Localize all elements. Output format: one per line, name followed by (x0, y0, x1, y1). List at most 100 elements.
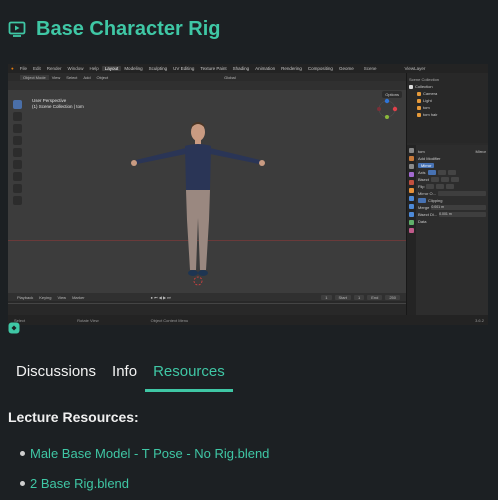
playback-controls-icon: ● ⏮ ◀ ▶ ⏭ (150, 294, 171, 300)
menu-render: Render (46, 66, 62, 71)
header-menu-object: Object (96, 74, 109, 80)
viewport-header: Object Mode View Select Add Object Globa… (8, 73, 406, 81)
prop-object-name: tom (418, 149, 425, 154)
resource-link[interactable]: Male Base Model - T Pose - No Rig.blend (30, 446, 269, 461)
workspace-modeling: Modeling (124, 66, 143, 71)
world-tab-icon (409, 180, 414, 185)
tab-discussions[interactable]: Discussions (8, 352, 104, 392)
workspace-layout: Layout (101, 66, 122, 71)
viewport-collection: (1) Scene Collection | tom (32, 104, 84, 109)
list-item: Male Base Model - T Pose - No Rig.blend (19, 438, 269, 468)
tab-info[interactable]: Info (104, 352, 145, 392)
lecture-video[interactable]: ● File Edit Render Window Help Layout Mo… (8, 64, 488, 325)
timeline-ruler (8, 303, 406, 309)
data-tab-icon (409, 220, 414, 225)
material-tab-icon (409, 228, 414, 233)
workspace-rendering: Rendering (281, 66, 302, 71)
outliner-item: tom (409, 104, 486, 111)
workspace-compositing: Compositing (307, 66, 333, 71)
add-modifier-button: Add Modifier (418, 156, 441, 161)
video-link-icon[interactable] (8, 322, 20, 334)
scene-label: Scene (363, 66, 377, 71)
physics-tab-icon (409, 212, 414, 217)
move-tool-icon (13, 124, 22, 133)
blender-topbar: ● File Edit Render Window Help Layout Mo… (8, 64, 488, 73)
viewport-info: User Perspective (1) Scene Collection | … (32, 98, 84, 110)
outliner-header: Scene Collection (409, 77, 440, 82)
annotate-tool-icon (13, 172, 22, 181)
transform-tool-icon (13, 160, 22, 169)
outliner-item: Light (409, 97, 486, 104)
bisect-label: Bisect (418, 177, 429, 182)
scene-tab-icon (409, 172, 414, 177)
page-title: Base Character Rig (36, 17, 221, 40)
select-tool-icon (13, 100, 22, 109)
timeline-panel: Playback Keying View Marker ● ⏮ ◀ ▶ ⏭ 1 … (8, 293, 406, 315)
clipping-label: Clipping (428, 198, 443, 203)
modifier-tab-icon (409, 196, 414, 201)
flip-label: Flip (418, 184, 425, 189)
timeline-menu-view: View (57, 294, 67, 300)
prop-modifier-name: Mirror (475, 149, 486, 154)
blender-logo-icon: ● (11, 66, 14, 71)
version-label: 3.6.2 (475, 317, 484, 323)
end-label: End (367, 294, 383, 300)
resources-title: Lecture Resources: (8, 409, 139, 425)
resource-link[interactable]: 2 Base Rig.blend (30, 476, 129, 491)
scale-tool-icon (13, 148, 22, 157)
output-tab-icon (409, 164, 414, 169)
outliner-item: tom hair (409, 111, 486, 118)
rotate-tool-icon (13, 136, 22, 145)
mirror-object-label: Mirror O... (418, 191, 436, 196)
tool-shelf (13, 100, 25, 205)
mode-selector: Object Mode (20, 74, 49, 80)
end-frame: 250 (385, 294, 400, 300)
lecture-tabs: Discussions Info Resources (8, 352, 233, 392)
start-frame: 1 (353, 294, 365, 300)
play-video-icon (8, 21, 26, 37)
bisect-distance-value: 0.001 m (439, 212, 486, 217)
view-layer-label: ViewLayer (404, 66, 426, 71)
menu-edit: Edit (32, 66, 41, 71)
workspace-shading: Shading (232, 66, 250, 71)
merge-value: 0.001 m (431, 205, 486, 210)
render-tab-icon (409, 156, 414, 161)
menu-file: File (19, 66, 27, 71)
resources-list: Male Base Model - T Pose - No Rig.blend … (19, 438, 269, 498)
workspace-geometry: Geome (338, 66, 354, 71)
navigation-gizmo-icon (377, 98, 398, 119)
timeline-menu-keying: Keying (39, 294, 52, 300)
status-rotate: Rotate View (77, 317, 99, 323)
timeline-menu-playback: Playback (17, 294, 34, 300)
properties-tabs (407, 145, 416, 315)
header-menu-select: Select (66, 74, 78, 80)
start-label: Start (334, 294, 351, 300)
viewport-subheader (8, 81, 406, 90)
outliner-item: Camera (409, 90, 486, 97)
timeline-menu-marker: Marker (72, 294, 85, 300)
particles-tab-icon (409, 204, 414, 209)
outliner-item: Collection (409, 83, 486, 90)
merge-label: Merge (418, 205, 430, 210)
properties-editor: tom Mirror Add Modifier Mirror Axis Bisec… (407, 145, 488, 315)
tool-tab-icon (409, 148, 414, 153)
3d-viewport: User Perspective (1) Scene Collection | … (8, 90, 406, 293)
data-label: Data (418, 219, 427, 224)
character-model (131, 122, 265, 286)
add-cube-tool-icon (13, 196, 22, 205)
bisect-distance-label: Bisect Di... (418, 212, 438, 217)
measure-tool-icon (13, 184, 22, 193)
workspace-uv-editing: UV Editing (173, 66, 195, 71)
workspace-sculpting: Sculpting (148, 66, 168, 71)
header-menu-view: View (51, 74, 61, 80)
header-menu-add: Add (83, 74, 91, 80)
menu-window: Window (67, 66, 84, 71)
menu-help: Help (89, 66, 99, 71)
axis-label: Axis (418, 170, 426, 175)
cursor-tool-icon (13, 112, 22, 121)
transform-orientation: Global (224, 74, 236, 80)
list-item: 2 Base Rig.blend (19, 468, 269, 498)
page-header: Base Character Rig (8, 14, 221, 44)
modifier-header: Mirror (418, 163, 435, 168)
tab-resources[interactable]: Resources (145, 352, 233, 392)
